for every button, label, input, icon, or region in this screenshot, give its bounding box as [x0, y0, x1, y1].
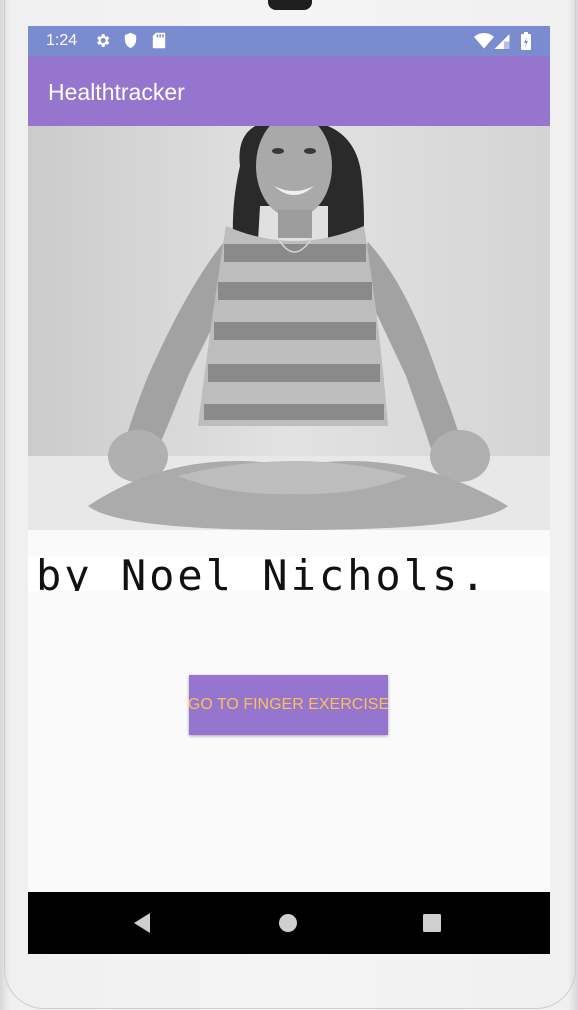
shield-icon — [123, 32, 138, 54]
app-bar: Healthtracker — [28, 56, 550, 126]
app-title: Healthtracker — [48, 79, 185, 105]
status-bar: 1:24 — [28, 26, 550, 56]
status-time: 1:24 — [46, 32, 78, 49]
recents-icon[interactable] — [420, 911, 444, 935]
system-nav-bar — [28, 892, 550, 954]
photo-credit-text: by Noel Nichols. — [36, 557, 489, 591]
image-carousel[interactable] — [28, 126, 550, 530]
back-icon[interactable] — [130, 911, 154, 935]
sd-card-icon — [152, 32, 166, 54]
device-frame: 1:24 Healthtracker by Noel Nichols. GO T… — [0, 0, 578, 1010]
home-icon[interactable] — [276, 911, 300, 935]
carousel-photo — [28, 126, 550, 530]
cell-signal-icon — [494, 34, 510, 54]
settings-icon — [94, 32, 111, 54]
photo-credit-strip: by Noel Nichols. — [28, 557, 550, 591]
battery-icon — [521, 32, 531, 55]
device-speaker — [268, 0, 312, 10]
go-to-finger-exercise-button[interactable]: GO TO FINGER EXERCISE — [189, 675, 388, 735]
wifi-icon — [474, 33, 494, 54]
phone-screen: 1:24 Healthtracker by Noel Nichols. GO T… — [28, 26, 550, 954]
